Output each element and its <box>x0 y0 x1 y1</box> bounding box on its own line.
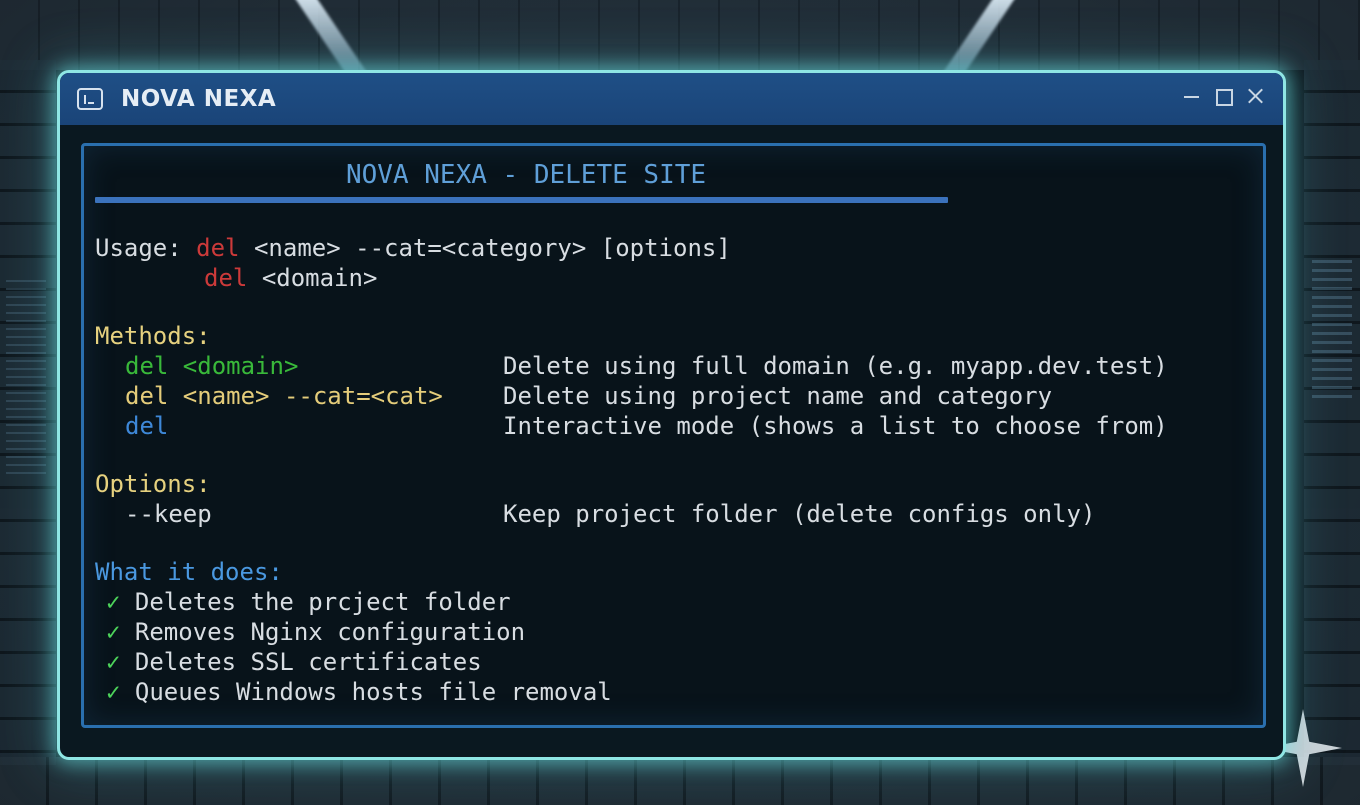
usage-args: <name> --cat=<category> [options] <box>253 234 731 262</box>
method-description: Delete using project name and category <box>503 382 1053 410</box>
list-item: ✓ Deletes SSL certificates <box>106 647 482 677</box>
method-description: Delete using full domain (e.g. myapp.dev… <box>503 352 1168 380</box>
list-item: ✓ Queues Windows hosts file removal <box>106 677 612 707</box>
method-syntax: del <box>125 412 169 440</box>
terminal-window: NOVA NEXA NOVA NEXA - DELETE SITE Usage:… <box>57 70 1286 760</box>
list-item-text: Removes Nginx configuration <box>134 618 526 646</box>
methods-heading: Methods: <box>95 322 211 350</box>
list-item-text: Deletes SSL certificates <box>134 648 482 676</box>
usage-line-1: Usage: del <name> --cat=<category> [opti… <box>95 233 731 263</box>
floor-panels <box>0 757 1360 805</box>
window-title: NOVA NEXA <box>121 86 277 112</box>
option-description: Keep project folder (delete configs only… <box>503 500 1096 528</box>
terminal-app-icon <box>77 88 103 110</box>
method-description: Interactive mode (shows a list to choose… <box>503 412 1168 440</box>
checkmark-icon: ✓ <box>106 618 121 646</box>
title-bar[interactable]: NOVA NEXA <box>60 73 1283 125</box>
usage-command: del <box>196 234 240 262</box>
usage-args: <domain> <box>261 264 378 292</box>
checkmark-icon: ✓ <box>106 678 121 706</box>
list-item-text: Queues Windows hosts file removal <box>134 678 612 706</box>
options-heading: Options: <box>95 470 211 498</box>
usage-label: Usage: <box>95 234 182 262</box>
terminal-output[interactable]: NOVA NEXA - DELETE SITE Usage: del <name… <box>81 143 1266 728</box>
usage-command: del <box>204 264 248 292</box>
close-icon[interactable] <box>1246 87 1265 106</box>
checkmark-icon: ✓ <box>106 588 121 616</box>
minimize-icon[interactable] <box>1182 87 1201 106</box>
usage-line-2: del <domain> <box>204 263 377 293</box>
ceiling-panels <box>0 0 1360 70</box>
what-it-does-heading: What it does: <box>95 558 283 586</box>
window-controls <box>1182 87 1265 106</box>
checkmark-icon: ✓ <box>106 648 121 676</box>
list-item: ✓ Deletes the prcject folder <box>106 587 511 617</box>
maximize-icon[interactable] <box>1214 87 1233 106</box>
list-item-text: Deletes the prcject folder <box>134 588 511 616</box>
method-syntax: del <name> --cat=<cat> <box>125 382 443 410</box>
wall-panel-right <box>1304 60 1360 765</box>
list-item: ✓ Removes Nginx configuration <box>106 617 525 647</box>
header-divider <box>95 197 948 203</box>
method-syntax: del <domain> <box>125 352 299 380</box>
terminal-header: NOVA NEXA - DELETE SITE <box>346 160 707 190</box>
wall-panel-left <box>0 60 56 765</box>
option-flag: --keep <box>125 500 212 528</box>
